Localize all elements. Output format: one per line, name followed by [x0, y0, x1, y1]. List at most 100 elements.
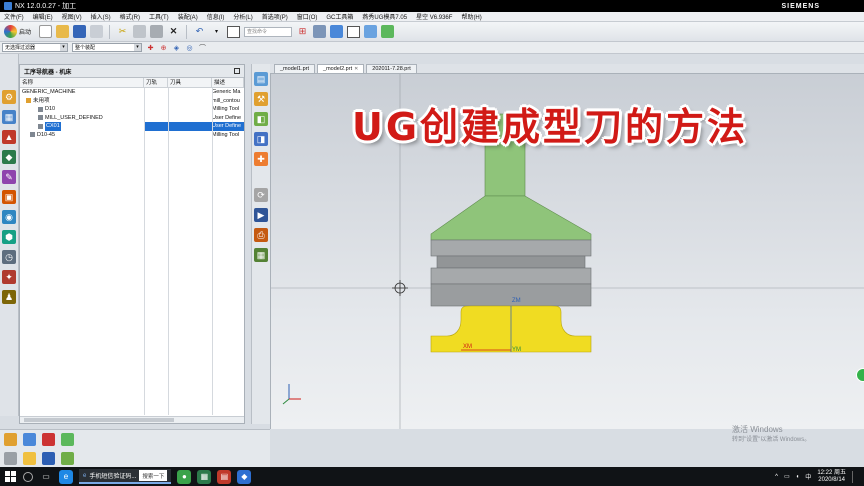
table-row[interactable]: D10-45 Milling Tool [20, 131, 244, 140]
menu-xingkong[interactable]: 星空 V6.936F [416, 12, 452, 21]
menu-format[interactable]: 格式(R) [120, 12, 140, 21]
start-button[interactable]: 启动 [4, 25, 35, 38]
cut-icon[interactable]: ✂ [116, 25, 129, 38]
history-icon[interactable]: ◷ [2, 250, 16, 264]
menu-window[interactable]: 窗口(O) [297, 12, 318, 21]
geometry-view-icon[interactable] [42, 433, 55, 446]
table-row[interactable]: GENERIC_MACHINE Generic Ma [20, 88, 244, 97]
tool-icon[interactable]: ✎ [2, 170, 16, 184]
create-tool-icon[interactable]: ⚒ [254, 92, 268, 106]
type-filter-select[interactable]: 无选择过滤器 ▾ [2, 43, 68, 52]
menu-tools[interactable]: 工具(T) [149, 12, 169, 21]
column-header-tool[interactable]: 刀具 [168, 78, 212, 87]
fit-view-icon[interactable]: ⊞ [296, 25, 309, 38]
tool-path-edit-icon[interactable] [42, 452, 55, 465]
assembly-navigator-icon[interactable]: ◉ [2, 210, 16, 224]
snap-mid-icon[interactable]: ◈ [172, 43, 181, 52]
table-row[interactable]: D10 Milling Tool [20, 105, 244, 114]
taskbar-active-window[interactable]: e 手机短信验证码... 搜索一下 [79, 469, 172, 484]
menu-view[interactable]: 视图(V) [62, 12, 82, 21]
shop-doc-icon[interactable]: ▦ [254, 248, 268, 262]
volume-icon[interactable]: ◖ [796, 474, 800, 480]
column-header-description[interactable]: 描述 [212, 78, 244, 87]
wcs-icon[interactable] [381, 25, 395, 38]
shaded-view-icon[interactable] [313, 25, 327, 38]
paste-icon[interactable] [150, 25, 164, 38]
tab-202011[interactable]: 202011-7.28.prt [366, 64, 417, 73]
windows-start-button[interactable] [3, 470, 17, 484]
snap-point-icon[interactable]: ✚ [146, 43, 155, 52]
nx-taskbar-icon[interactable]: ◆ [237, 469, 252, 484]
ime-icon[interactable]: 中 [805, 472, 811, 481]
method-icon[interactable]: ◆ [2, 150, 16, 164]
snap-tangent-icon[interactable]: ⌒ [198, 43, 207, 52]
menu-preferences[interactable]: 首选项(P) [262, 12, 288, 21]
copy-icon[interactable] [133, 25, 147, 38]
undo-dropdown-icon[interactable]: ▾ [210, 25, 223, 38]
close-icon[interactable]: ✕ [354, 65, 358, 74]
roles-icon[interactable]: ♟ [2, 290, 16, 304]
method-view-icon[interactable] [61, 433, 74, 446]
orient-view-icon[interactable] [364, 25, 378, 38]
render-style-icon[interactable] [330, 25, 344, 38]
menu-yanxiu-mold[interactable]: 燕秀UG模具7.05 [362, 12, 407, 21]
scrollbar-thumb[interactable] [24, 418, 174, 422]
menu-assembly[interactable]: 装配(A) [178, 12, 198, 21]
ie-browser-icon[interactable]: e [59, 469, 73, 484]
undo-icon[interactable]: ↶ [193, 25, 206, 38]
postprocess-icon[interactable]: ⎙ [254, 228, 268, 242]
menu-analysis[interactable]: 分析(L) [233, 12, 252, 21]
generate-toolpath-icon[interactable]: ⟳ [254, 188, 268, 202]
snap-center-icon[interactable]: ◎ [185, 43, 194, 52]
taskbar-search-button[interactable]: 搜索一下 [139, 470, 168, 481]
tray-chevron-icon[interactable]: ^ [775, 474, 778, 480]
search-circle-icon[interactable] [23, 471, 33, 482]
background-color-box-icon[interactable] [347, 25, 361, 38]
taskbar-clock[interactable]: 12:22 周五 2020/8/14 [817, 470, 846, 484]
part-navigator-icon[interactable]: ▣ [2, 190, 16, 204]
menu-help[interactable]: 帮助(H) [461, 12, 481, 21]
create-program-icon[interactable]: ▤ [254, 72, 268, 86]
table-row[interactable]: MILL_USER_DEFINED User Define [20, 114, 244, 123]
column-header-path[interactable]: 刀轨 [144, 78, 168, 87]
menu-information[interactable]: 信息(I) [207, 12, 225, 21]
command-search-input[interactable]: 查找命令 [244, 26, 293, 37]
create-method-icon[interactable]: ◨ [254, 132, 268, 146]
delete-icon[interactable]: ✕ [167, 25, 180, 38]
reuse-library-icon[interactable]: ⬢ [2, 230, 16, 244]
tab-model1[interactable]: _model1.prt [274, 64, 316, 73]
create-operation-icon[interactable]: ✚ [254, 152, 268, 166]
save-as-icon[interactable] [90, 25, 104, 38]
tab-model2[interactable]: _model2.prt ✕ [317, 64, 365, 74]
display-toolpath-icon[interactable] [4, 452, 17, 465]
selection-scope-select[interactable]: 整个装配 ▾ [72, 43, 142, 52]
create-tool-small-icon[interactable] [23, 452, 36, 465]
wechat-icon[interactable]: ● [177, 469, 192, 484]
shop-doc-small-icon[interactable] [61, 452, 74, 465]
column-header-name[interactable]: 名称 [20, 78, 144, 87]
maximize-icon[interactable] [234, 68, 240, 74]
excel-icon[interactable]: ▦ [197, 469, 212, 484]
pdf-icon[interactable]: ▤ [217, 469, 232, 484]
menu-file[interactable]: 文件(F) [4, 12, 24, 21]
create-geometry-icon[interactable]: ◧ [254, 112, 268, 126]
navigator-horizontal-scrollbar[interactable] [20, 416, 244, 423]
machine-view-icon[interactable] [23, 433, 36, 446]
geometry-icon[interactable]: ▲ [2, 130, 16, 144]
new-file-icon[interactable] [39, 25, 53, 38]
show-desktop-button[interactable] [852, 470, 858, 483]
table-row[interactable]: 未用项 mill_contou [20, 97, 244, 106]
machine-tool-navigator-icon[interactable]: ▦ [2, 110, 16, 124]
menu-edit[interactable]: 编辑(E) [33, 12, 53, 21]
process-studio-icon[interactable]: ✦ [2, 270, 16, 284]
menu-gc-toolbox[interactable]: GC工具箱 [326, 12, 353, 21]
verify-toolpath-icon[interactable]: ▶ [254, 208, 268, 222]
menu-insert[interactable]: 插入(S) [91, 12, 111, 21]
save-icon[interactable] [73, 25, 87, 38]
network-icon[interactable]: ▭ [784, 473, 790, 480]
operation-navigator-icon[interactable]: ⚙ [2, 90, 16, 104]
table-row-selected[interactable]: CX01 User Define [20, 122, 244, 131]
snap-end-icon[interactable]: ⊕ [159, 43, 168, 52]
command-finder-box-icon[interactable] [227, 25, 241, 38]
side-helper-badge-icon[interactable] [856, 368, 864, 382]
